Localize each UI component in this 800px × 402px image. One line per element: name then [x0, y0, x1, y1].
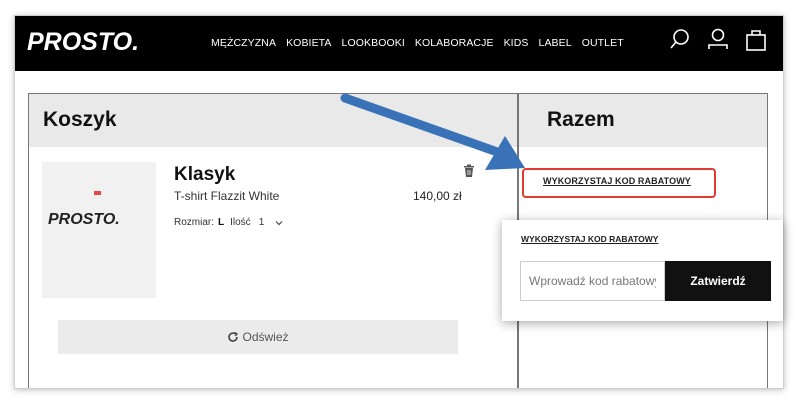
quantity-value[interactable]: 1: [259, 217, 265, 228]
menu-item-women[interactable]: KOBIETA: [286, 37, 331, 49]
refresh-button[interactable]: Odśwież: [58, 320, 458, 354]
product-price: 140,00 zł: [413, 189, 462, 203]
search-icon[interactable]: [667, 26, 693, 54]
product-description: T-shirt Flazzit White: [174, 189, 280, 203]
top-navigation: PROSTO. MĘŻCZYZNA KOBIETA LOOKBOOKI KOLA…: [15, 16, 783, 71]
quantity-label: Ilość: [230, 217, 251, 228]
header-icons: [667, 26, 769, 54]
product-name[interactable]: Klasyk: [174, 164, 235, 186]
annotation-arrow: [340, 93, 525, 170]
refresh-label: Odśwież: [242, 330, 289, 344]
discount-code-link[interactable]: WYKORZYSTAJ KOD RABATOWY: [543, 176, 691, 186]
cart-icon[interactable]: [743, 26, 769, 54]
summary-header: Razem: [519, 94, 767, 147]
product-options: Rozmiar: L Ilość 1: [174, 217, 284, 228]
confirm-button[interactable]: Zatwierdź: [665, 261, 771, 301]
shirt-logo: PROSTO.: [48, 211, 120, 228]
refresh-icon: [228, 331, 239, 342]
account-icon[interactable]: [705, 26, 731, 54]
size-label: Rozmiar:: [174, 217, 215, 228]
summary-title: Razem: [547, 108, 615, 131]
menu-item-men[interactable]: MĘŻCZYZNA: [211, 37, 276, 49]
popup-discount-link[interactable]: WYKORZYSTAJ KOD RABATOWY: [521, 234, 658, 244]
discount-code-input[interactable]: [520, 261, 665, 301]
main-menu: MĘŻCZYZNA KOBIETA LOOKBOOKI KOLABORACJE …: [211, 37, 624, 49]
menu-item-lookbooks[interactable]: LOOKBOOKI: [342, 37, 405, 49]
shirt-tag: [94, 191, 101, 195]
menu-item-outlet[interactable]: OUTLET: [582, 37, 624, 49]
product-image[interactable]: PROSTO.: [42, 162, 156, 298]
discount-popup: WYKORZYSTAJ KOD RABATOWY Zatwierdź: [502, 220, 783, 321]
brand-logo[interactable]: PROSTO.: [27, 28, 139, 57]
cart-title: Koszyk: [43, 108, 117, 131]
chevron-down-icon[interactable]: [274, 218, 284, 228]
menu-item-kids[interactable]: KIDS: [504, 37, 529, 49]
menu-item-label[interactable]: LABEL: [539, 37, 572, 49]
menu-item-collaborations[interactable]: KOLABORACJE: [415, 37, 494, 49]
size-value: L: [218, 217, 225, 228]
